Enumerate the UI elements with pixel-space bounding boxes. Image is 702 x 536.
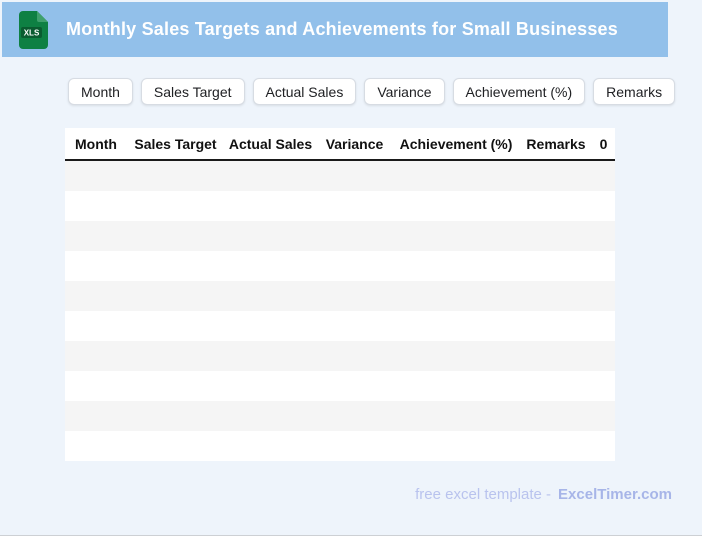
column-chips-row: Month Sales Target Actual Sales Variance Ach… [68, 78, 702, 105]
table-header-row: Month Sales Target Actual Sales Variance Ach… [65, 128, 615, 161]
chip-month[interactable]: Month [68, 78, 133, 105]
chip-variance[interactable]: Variance [364, 78, 445, 105]
column-header-sales-target: Sales Target [134, 135, 217, 152]
chip-sales-target[interactable]: Sales Target [140, 78, 245, 105]
header-bar: XLS Monthly Sales Targets and Achievemen… [2, 2, 668, 57]
xls-badge-label: XLS [24, 28, 40, 37]
page: XLS Monthly Sales Targets and Achievemen… [0, 0, 702, 536]
column-header-actual-sales: Actual Sales [228, 135, 313, 152]
chip-remarks[interactable]: Remarks [593, 78, 676, 105]
table-row [65, 251, 615, 281]
footer-brand-link[interactable]: ExcelTimer.com [558, 486, 672, 503]
table-row [65, 311, 615, 341]
column-header-month: Month [75, 135, 117, 152]
footer: free excel template - ExcelTimer.com [0, 487, 702, 503]
data-table: Month Sales Target Actual Sales Variance Ach… [65, 128, 615, 461]
chip-achievement[interactable]: Achievement (%) [452, 78, 586, 105]
table-row [65, 341, 615, 371]
table-row [65, 281, 615, 311]
table-row [65, 431, 615, 461]
chip-actual-sales[interactable]: Actual Sales [252, 78, 357, 105]
column-header-remarks: Remarks [526, 135, 586, 152]
table-row [65, 221, 615, 251]
xls-file-icon: XLS [18, 10, 48, 49]
column-header-0: 0 [599, 135, 608, 152]
table-row [65, 161, 615, 191]
table-body [65, 161, 615, 461]
column-header-achievement: Achievement (%) [399, 135, 513, 152]
table-row [65, 191, 615, 221]
footer-text: free excel template - [415, 486, 552, 503]
table-row [65, 371, 615, 401]
column-header-variance: Variance [325, 135, 384, 152]
table-row [65, 401, 615, 431]
page-title: Monthly Sales Targets and Achievements f… [66, 19, 618, 39]
